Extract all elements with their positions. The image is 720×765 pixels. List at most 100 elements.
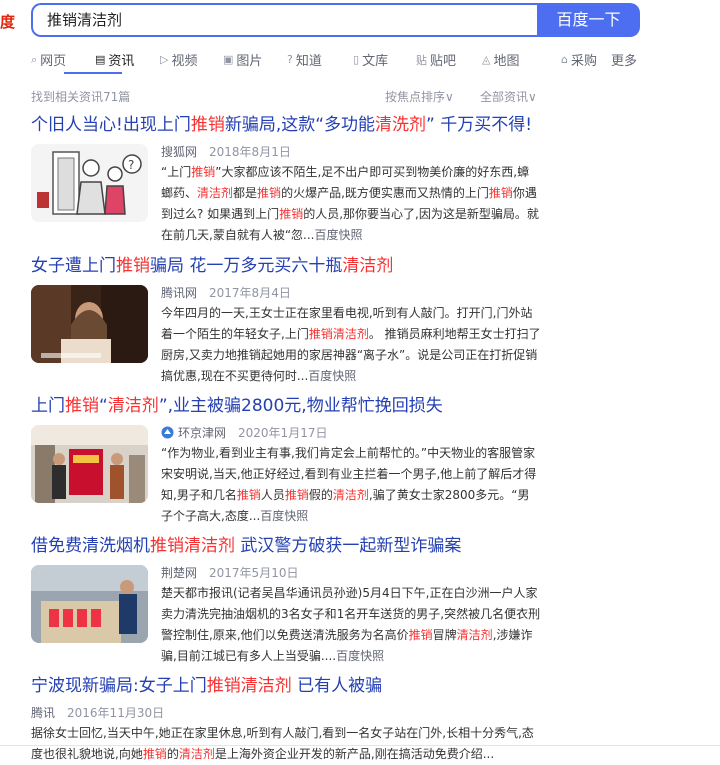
result-title[interactable]: 上门推销“清洁剂”,业主被骗2800元,物业帮忙挽回损失 — [31, 395, 551, 417]
text-segment: 借免费清洗烟机 — [31, 536, 150, 556]
tab-more[interactable]: 更多 — [611, 50, 637, 69]
tab-label: 文库 — [362, 54, 389, 69]
text-segment: ”,业主被骗2800元,物业帮忙挽回损失 — [158, 396, 443, 416]
result-thumbnail[interactable] — [31, 565, 148, 643]
keyword-highlight: 推销 — [257, 186, 282, 200]
tab-label: 更多 — [611, 54, 638, 69]
source-name[interactable]: 环京津网 — [178, 426, 226, 440]
source-name[interactable]: 腾讯 — [31, 706, 55, 720]
keyword-highlight: 推销清洁剂 — [150, 536, 235, 556]
keyword-highlight: 推销 — [408, 628, 433, 642]
text-segment: 是上海外资企业开发的新产品,刚在搞活动免费介绍... — [214, 747, 495, 761]
text-segment: 冒牌 — [432, 628, 457, 642]
text-segment: 女子遭上门 — [31, 256, 116, 276]
keyword-highlight: 推销 — [191, 165, 216, 179]
result-count: 找到相关资讯71篇 — [31, 90, 131, 104]
text-segment: 的 — [166, 747, 179, 761]
sort-dropdown[interactable]: 按焦点排序∨ — [385, 88, 454, 105]
search-button[interactable]: 百度一下 — [537, 3, 640, 37]
baidu-logo-fragment[interactable]: 度 — [0, 11, 15, 32]
result-abstract: 楚天都市报讯(记者吴昌华通讯员孙逊)5月4日下午,正在白沙洲一户人家卖力清洗完抽… — [161, 583, 541, 667]
svg-text:?: ? — [128, 158, 134, 172]
tab-video[interactable]: ▷ 视频 — [160, 50, 197, 69]
result-title[interactable]: 宁波现新骗局:女子上门推销清洁剂 已有人被骗 — [31, 675, 551, 697]
cart-icon: ⌂ — [561, 53, 568, 66]
video-icon: ▷ — [160, 53, 169, 66]
cache-snapshot-link[interactable]: 百度快照 — [308, 369, 356, 383]
publish-time: 2017年8月4日 — [209, 286, 291, 300]
doc-icon: ▯ — [353, 53, 360, 66]
text-segment: ” 千万买不得! — [426, 115, 533, 135]
text-segment: “ — [99, 396, 108, 416]
search-icon: ⌕ — [31, 52, 38, 66]
source-name[interactable]: 荆楚网 — [161, 566, 197, 580]
search-box[interactable]: 推销清洁剂 — [31, 3, 537, 37]
news-icon: ▤ — [95, 53, 106, 66]
huanjingjin-logo-icon — [161, 426, 174, 439]
tab-image[interactable]: ▣ 图片 — [223, 50, 262, 69]
tab-label: 贴吧 — [430, 54, 457, 69]
tab-news[interactable]: ▤ 资讯 — [95, 50, 134, 69]
tab-label: 知道 — [295, 54, 322, 69]
text-segment: 已有人被骗 — [291, 676, 383, 696]
cache-snapshot-link[interactable]: 百度快照 — [314, 228, 362, 242]
result-abstract: “作为物业,看到业主有事,我们肯定会上前帮忙的。”中天物业的客服管家宋安明说,当… — [161, 443, 541, 527]
result-thumbnail[interactable]: ? — [31, 144, 148, 222]
question-icon: ? — [287, 53, 293, 66]
keyword-highlight: 清洁剂 — [332, 488, 369, 502]
tab-label: 网页 — [40, 54, 67, 69]
result-abstract: “上门推销”大家都应该不陌生,足不出户即可买到物美价廉的好东西,蟑螂药、清洁剂都… — [161, 162, 541, 246]
result-title[interactable]: 女子遭上门推销骗局 花一万多元买六十瓶清洁剂 — [31, 255, 551, 277]
search-input[interactable]: 推销清洁剂 — [47, 5, 122, 35]
text-segment: 上门 — [31, 396, 65, 416]
result-thumbnail[interactable] — [31, 285, 148, 363]
text-segment: 的火爆产品,既方便实惠而又热情的上门 — [281, 186, 489, 200]
keyword-highlight: 推销 — [236, 488, 261, 502]
result-abstract: 据徐女士回忆,当天中午,她正在家里休息,听到有人敲门,看到一名女子站在门外,长相… — [31, 723, 541, 765]
keyword-highlight: 清洁剂 — [342, 256, 394, 276]
keyword-highlight: 清洁剂 — [456, 628, 493, 642]
tab-label: 图片 — [236, 54, 263, 69]
keyword-highlight: 推销 — [116, 256, 150, 276]
keyword-highlight: 推销 — [65, 396, 99, 416]
result-item: 女子遭上门推销骗局 花一万多元买六十瓶清洁剂 腾讯网 2017年8月4日 今年四月… — [31, 255, 551, 385]
tab-cart[interactable]: ⌂ 采购 — [561, 50, 597, 69]
keyword-highlight: 清洁剂 — [178, 747, 215, 761]
tab-label: 地图 — [493, 54, 520, 69]
keyword-highlight: 清洁剂 — [107, 396, 159, 416]
result-thumbnail[interactable] — [31, 425, 148, 503]
keyword-highlight: 推销 — [284, 488, 309, 502]
text-segment: 新骗局,这款“多功能 — [224, 115, 376, 135]
keyword-highlight: 推销 — [279, 207, 304, 221]
cache-snapshot-link[interactable]: 百度快照 — [260, 509, 308, 523]
keyword-highlight: 清洗剂 — [375, 115, 427, 135]
result-abstract: 今年四月的一天,王女士正在家里看电视,听到有人敲门。打开门,门外站着一个陌生的年… — [161, 303, 541, 387]
tab-label: 采购 — [570, 54, 597, 69]
cache-snapshot-link[interactable]: 百度快照 — [336, 649, 384, 663]
publish-time: 2017年5月10日 — [209, 566, 299, 580]
text-segment: 武汉警方破获一起新型诈骗案 — [235, 536, 462, 556]
filter-dropdown[interactable]: 全部资讯∨ — [480, 88, 537, 105]
keyword-highlight: 推销清洁剂 — [206, 676, 292, 696]
tab-map[interactable]: ◬ 地图 — [482, 50, 519, 69]
text-segment: “上门 — [161, 165, 192, 179]
text-segment: 假的 — [308, 488, 333, 502]
publish-time: 2020年1月17日 — [238, 426, 328, 440]
keyword-highlight: 推销 — [488, 186, 513, 200]
tieba-icon: 贴 — [416, 53, 427, 67]
tab-question[interactable]: ? 知道 — [287, 50, 322, 69]
text-segment: 宁波现新骗局:女子上门 — [31, 676, 207, 696]
tab-search[interactable]: ⌕ 网页 — [31, 50, 67, 70]
tab-doc[interactable]: ▯ 文库 — [353, 50, 388, 69]
page-bottom-divider — [0, 745, 720, 746]
source-name[interactable]: 搜狐网 — [161, 145, 197, 159]
publish-time: 2018年8月1日 — [209, 145, 291, 159]
keyword-highlight: 清洁剂 — [197, 186, 234, 200]
tab-label: 视频 — [171, 54, 198, 69]
text-segment: 人员 — [260, 488, 285, 502]
result-title[interactable]: 借免费清洗烟机推销清洁剂 武汉警方破获一起新型诈骗案 — [31, 535, 551, 557]
source-name[interactable]: 腾讯网 — [161, 286, 197, 300]
tab-tieba[interactable]: 贴贴吧 — [416, 50, 457, 70]
keyword-highlight: 推销 — [142, 747, 167, 761]
result-title[interactable]: 个旧人当心!出现上门推销新骗局,这款“多功能清洗剂” 千万买不得! — [31, 114, 551, 136]
